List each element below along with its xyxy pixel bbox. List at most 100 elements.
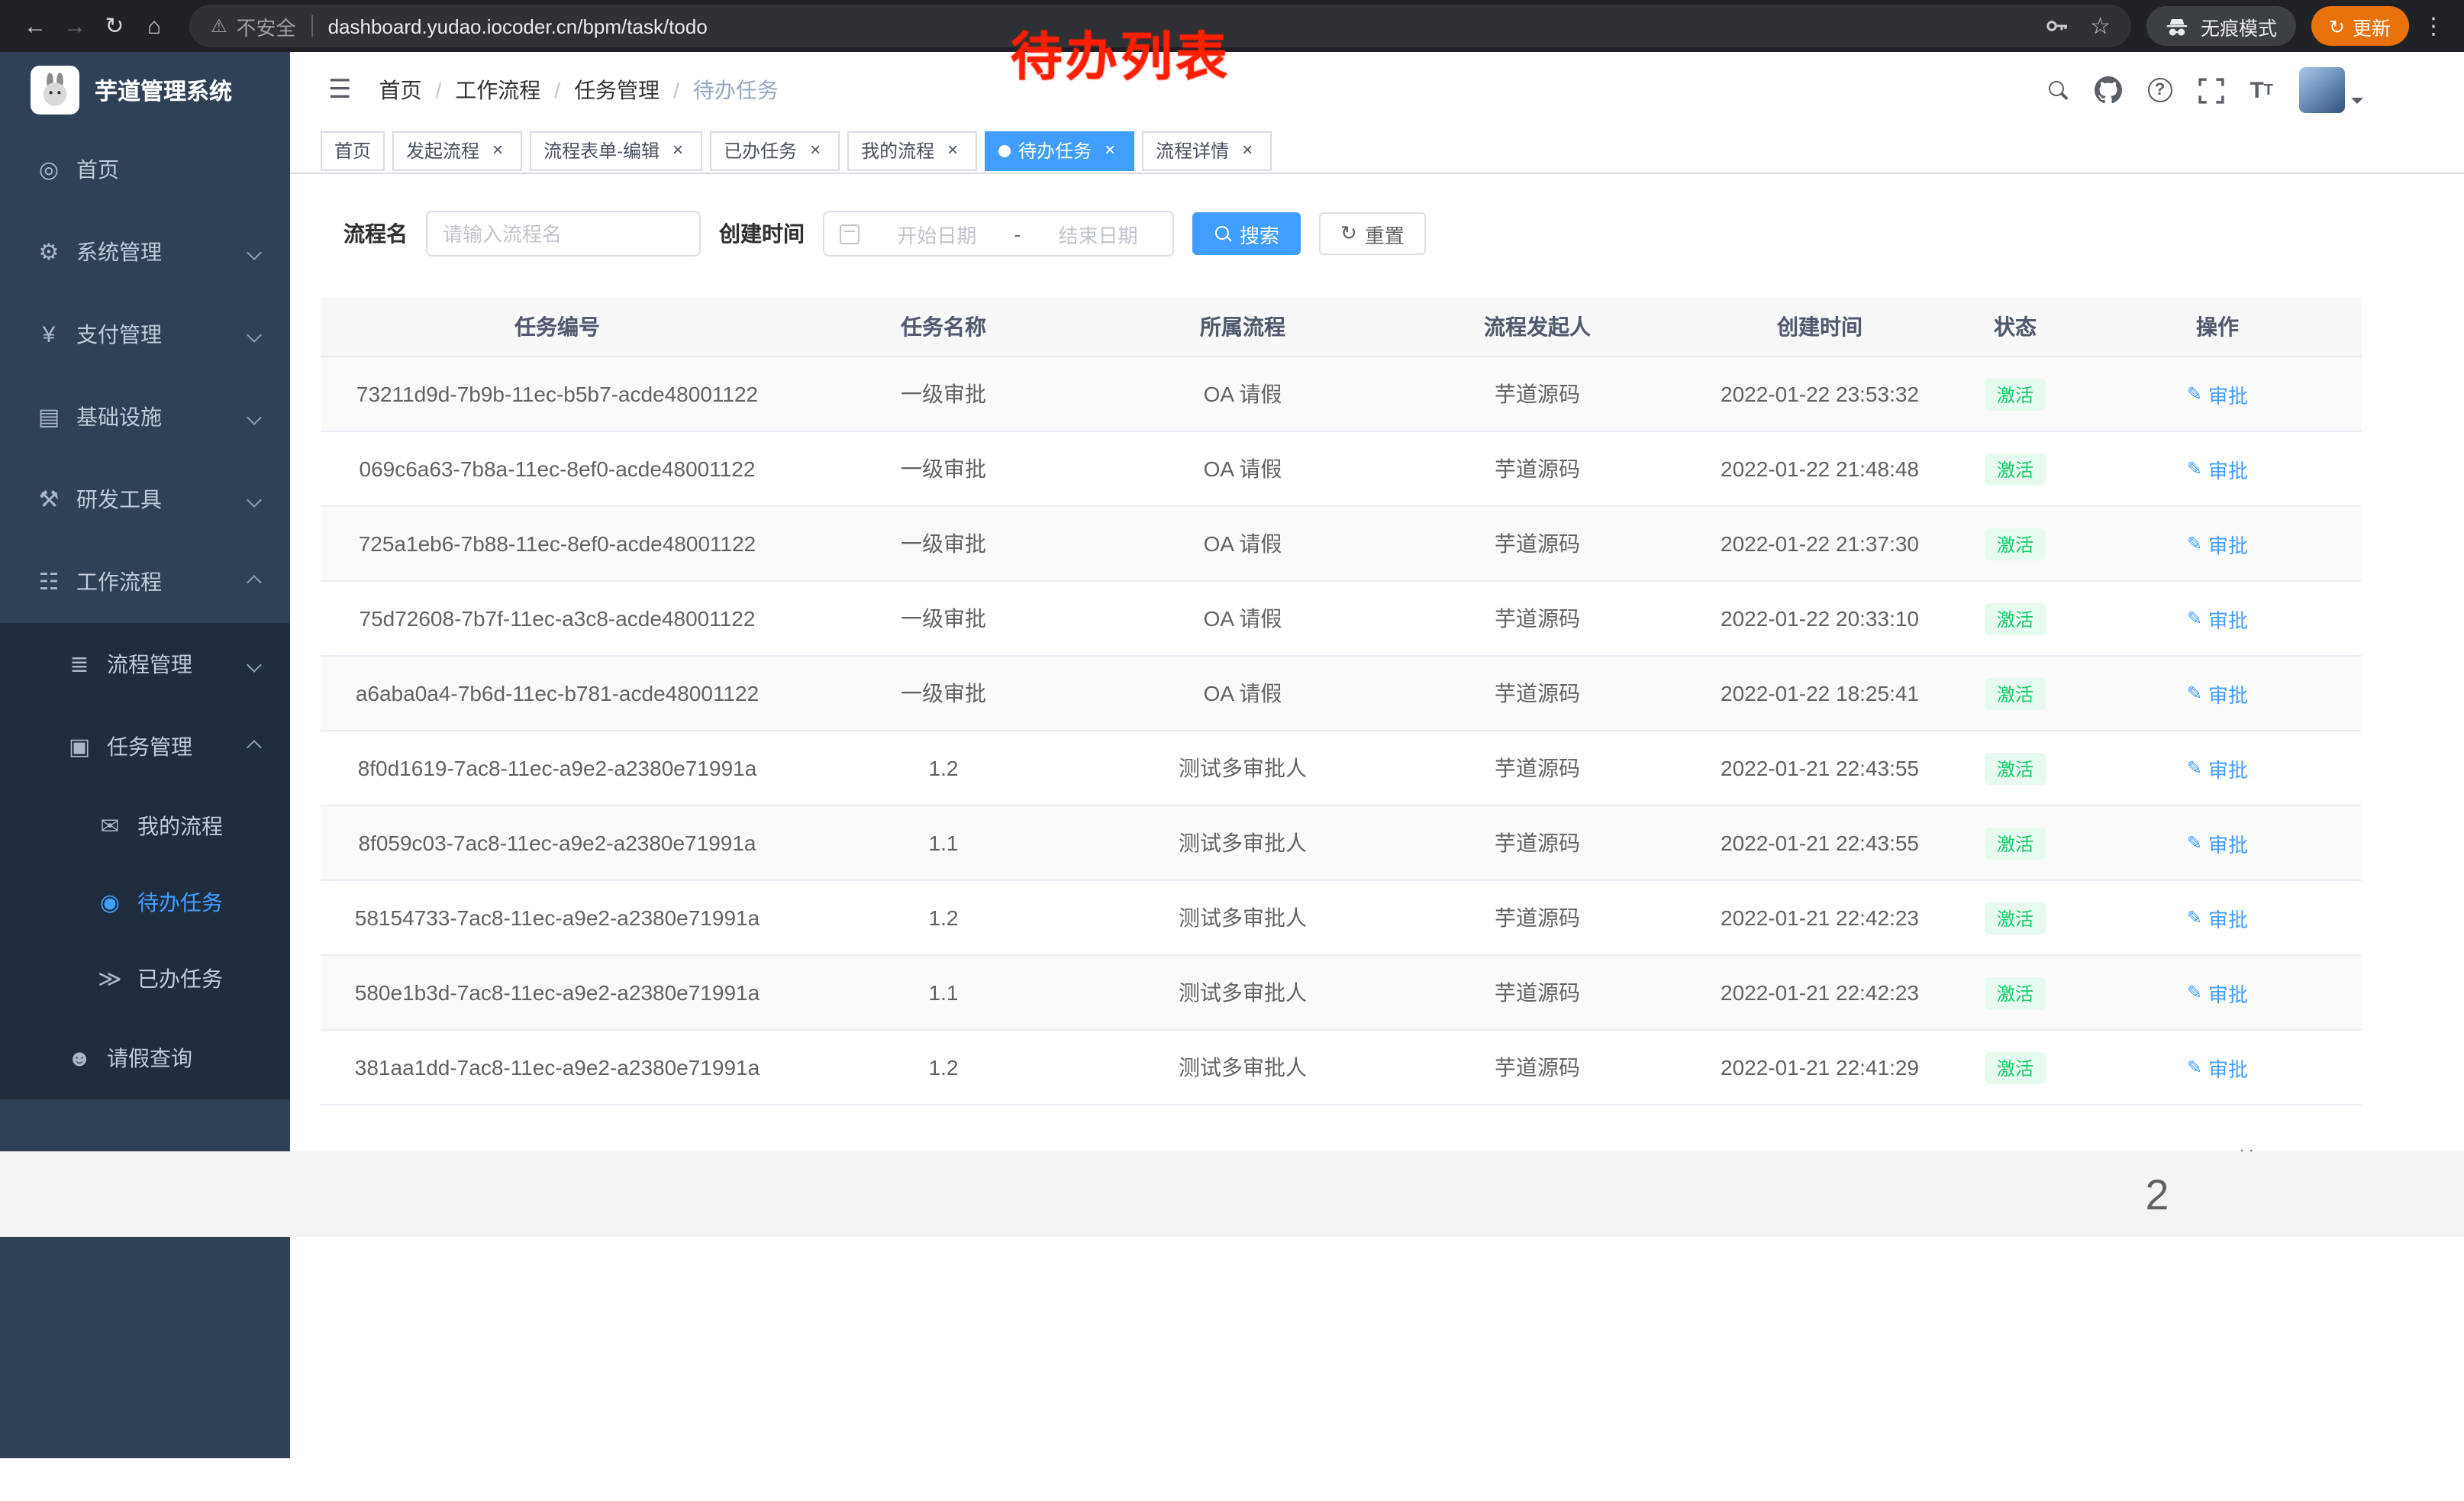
close-icon[interactable]: × (805, 140, 826, 161)
cell-process: OA 请假 (1093, 432, 1392, 505)
close-icon[interactable]: × (1237, 140, 1258, 161)
sidebar-item[interactable]: ≫ 已办任务 (0, 941, 290, 1017)
breadcrumb-item: / 任务管理 (540, 75, 660, 105)
browser-reload-button[interactable]: ↻ (95, 6, 134, 46)
breadcrumb-link[interactable]: 首页 (379, 75, 422, 105)
sidebar-item[interactable]: ✉ 我的流程 (0, 788, 290, 864)
breadcrumb-item: / 工作流程 (422, 75, 541, 105)
cell-action: ✎ 审批 (2073, 806, 2362, 880)
task-manage-icon: ▣ (61, 733, 98, 760)
chevron-icon (247, 657, 262, 672)
approve-link[interactable]: ✎ 审批 (2187, 754, 2248, 783)
help-icon[interactable]: ? (2147, 78, 2172, 102)
sidebar-item[interactable]: ▣ 任务管理 (0, 705, 290, 788)
tab[interactable]: 首页 × (321, 131, 385, 170)
breadcrumb-separator: / (673, 78, 679, 102)
approve-link-label: 审批 (2208, 828, 2248, 857)
user-avatar[interactable] (2299, 67, 2363, 113)
incognito-label: 无痕模式 (2201, 11, 2277, 40)
font-size-icon[interactable]: TT (2250, 77, 2273, 103)
workflow-icon: ☷ (31, 568, 67, 596)
process-name-label: 流程名 (343, 218, 408, 249)
breadcrumb-link[interactable]: 工作流程 (455, 75, 540, 105)
chevron-icon (247, 327, 262, 342)
cell-status: 激活 (1957, 657, 2073, 730)
column-header: 状态 (1957, 298, 2073, 356)
security-label: 不安全 (237, 11, 296, 40)
status-badge: 激活 (1985, 1051, 2046, 1083)
update-button[interactable]: ↻ 更新 (2311, 6, 2409, 46)
search-button[interactable]: 搜索 (1192, 212, 1301, 255)
table-row: 8f0d1619-7ac8-11ec-a9e2-a2380e71991a 1.2… (321, 731, 2362, 806)
fullscreen-icon[interactable] (2198, 77, 2224, 103)
sidebar: 芋道管理系统 ◎ 首页 ⚙ 系统管理 (0, 52, 290, 1501)
password-key-icon[interactable] (2044, 14, 2069, 38)
browser-back-button[interactable]: ← (15, 6, 55, 46)
sidebar-item[interactable]: ≣ 流程管理 (0, 623, 290, 705)
sidebar-collapse-icon[interactable]: ☰ (328, 75, 352, 105)
page-buttons: 1 2 (0, 1151, 2157, 1194)
cell-created-time: 2022-01-21 22:43:55 (1682, 806, 1957, 880)
close-icon[interactable]: × (487, 140, 508, 161)
approve-link[interactable]: ✎ 审批 (2187, 828, 2248, 857)
browser-home-button[interactable]: ⌂ (134, 6, 174, 46)
approve-link[interactable]: ✎ 审批 (2187, 679, 2248, 708)
approve-link[interactable]: ✎ 审批 (2187, 454, 2248, 483)
sidebar-item[interactable]: ▤ 基础设施 (0, 376, 290, 458)
browser-menu-icon[interactable]: ⋮ (2418, 12, 2449, 40)
github-icon[interactable] (2094, 76, 2121, 104)
process-name-input[interactable] (426, 211, 701, 257)
incognito-badge: 无痕模式 (2147, 6, 2295, 46)
search-icon[interactable] (2046, 79, 2068, 101)
close-icon[interactable]: × (942, 140, 963, 161)
sidebar-item[interactable]: ◎ 首页 (0, 128, 290, 211)
browser-forward-button[interactable]: → (55, 6, 95, 46)
tab[interactable]: 流程详情 × (1142, 131, 1272, 170)
close-icon[interactable]: × (1099, 140, 1121, 161)
cell-process: 测试多审批人 (1093, 806, 1392, 880)
devtools-icon: ⚒ (31, 486, 67, 513)
breadcrumb-link[interactable]: 任务管理 (574, 75, 660, 105)
column-header: 流程发起人 (1392, 298, 1682, 356)
tab[interactable]: 流程表单-编辑 × (530, 131, 702, 170)
bookmark-star-icon[interactable]: ☆ (2090, 12, 2111, 40)
done-task-icon: ≫ (92, 965, 128, 993)
sidebar-item[interactable]: ⚙ 系统管理 (0, 211, 290, 293)
sidebar-item-label: 流程管理 (107, 649, 192, 679)
reset-button[interactable]: ↻ 重置 (1319, 212, 1426, 255)
approve-link-label: 审批 (2208, 754, 2248, 783)
status-badge: 激活 (1985, 827, 2046, 859)
sidebar-item[interactable]: ☻ 请假查询 (0, 1017, 290, 1099)
sidebar-item[interactable]: ¥ 支付管理 (0, 293, 290, 376)
tab[interactable]: 已办任务 × (710, 131, 840, 170)
date-range-picker[interactable]: 开始日期 - 结束日期 (823, 211, 1174, 257)
sidebar-item[interactable]: ⚒ 研发工具 (0, 458, 290, 541)
sidebar-item[interactable]: ☷ 工作流程 (0, 541, 290, 623)
tab-label: 我的流程 (861, 137, 934, 163)
tab[interactable]: 待办任务 × (985, 131, 1134, 170)
cell-created-time: 2022-01-22 21:48:48 (1682, 432, 1957, 505)
cell-task-id: 069c6a63-7b8a-11ec-8ef0-acde48001122 (321, 432, 794, 505)
app-title: 芋道管理系统 (95, 74, 232, 106)
process-manage-icon: ≣ (61, 650, 98, 678)
approve-link[interactable]: ✎ 审批 (2187, 379, 2248, 408)
tab-label: 发起流程 (406, 137, 479, 163)
cell-created-time: 2022-01-21 22:43:55 (1682, 731, 1957, 805)
breadcrumb-link[interactable]: 待办任务 (693, 75, 779, 105)
edit-pen-icon: ✎ (2187, 982, 2202, 1003)
close-icon[interactable]: × (667, 140, 689, 161)
tab[interactable]: 发起流程 × (392, 131, 522, 170)
edit-pen-icon: ✎ (2187, 533, 2202, 554)
sidebar-item[interactable]: ◉ 待办任务 (0, 864, 290, 941)
approve-link[interactable]: ✎ 审批 (2187, 978, 2248, 1007)
approve-link[interactable]: ✎ 审批 (2187, 604, 2248, 633)
approve-link[interactable]: ✎ 审批 (2187, 903, 2248, 932)
cell-process: OA 请假 (1093, 657, 1392, 730)
app-logo-row[interactable]: 芋道管理系统 (0, 52, 290, 128)
avatar-image (2299, 67, 2345, 113)
tab[interactable]: 我的流程 × (847, 131, 977, 170)
approve-link[interactable]: ✎ 审批 (2187, 1053, 2248, 1082)
approve-link[interactable]: ✎ 审批 (2187, 529, 2248, 558)
page-number-button[interactable]: 2 (0, 1151, 2464, 1237)
cell-process: OA 请假 (1093, 357, 1392, 431)
